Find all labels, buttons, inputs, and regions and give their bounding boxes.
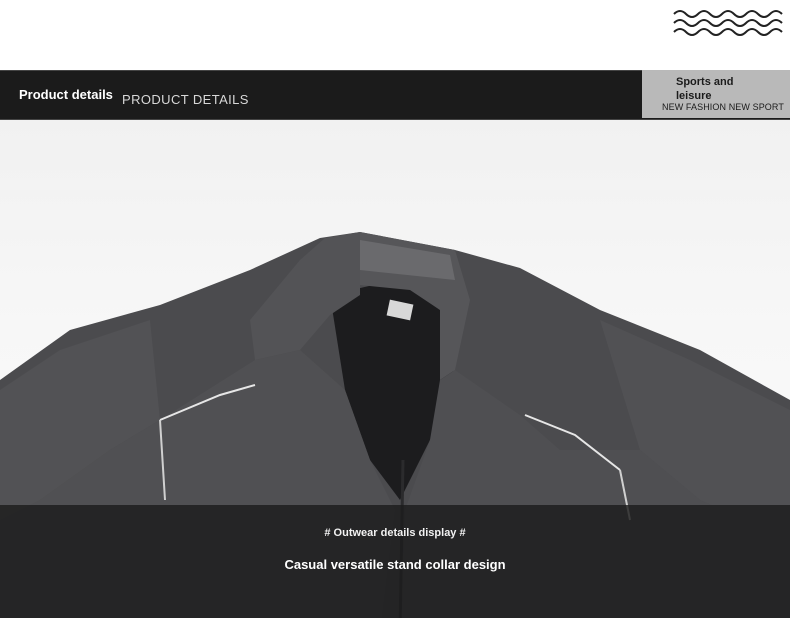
caption-description: Casual versatile stand collar design xyxy=(284,557,506,572)
wave-lines-icon xyxy=(673,10,783,36)
header-subtitle: PRODUCT DETAILS xyxy=(122,92,249,107)
header-title: Product details xyxy=(19,87,113,102)
caption-band: # Outwear details display # Casual versa… xyxy=(0,505,790,618)
sport-box-subtitle: NEW FASHION NEW SPORT xyxy=(662,102,784,112)
sports-leisure-box: Sports and leisure NEW FASHION NEW SPORT xyxy=(642,70,790,118)
top-white-area xyxy=(0,0,790,70)
sport-box-title: Sports and leisure xyxy=(676,76,734,102)
caption-heading: # Outwear details display # xyxy=(324,527,466,539)
bottom-strip xyxy=(0,618,790,632)
